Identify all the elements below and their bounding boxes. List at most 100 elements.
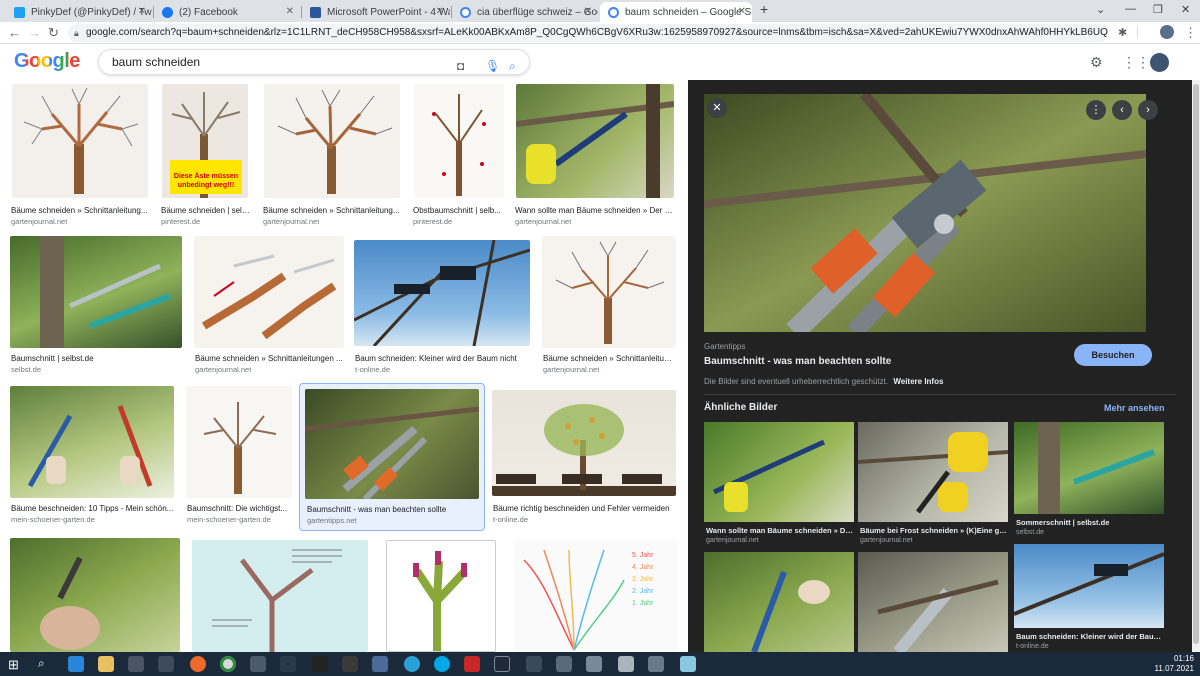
preview-title[interactable]: Baumschnitt - was man beachten sollte [704, 356, 891, 367]
tab-powerpoint[interactable]: Microsoft PowerPoint - 4 Waldst ✕ [302, 2, 450, 22]
result-thumbnail[interactable] [264, 84, 400, 198]
menu-icon[interactable]: ⋮ [1184, 25, 1197, 41]
new-tab-button[interactable]: + [760, 1, 768, 17]
close-icon[interactable]: ✕ [584, 6, 592, 17]
related-caption[interactable]: Baum schneiden: Kleiner wird der Baum ..… [1016, 632, 1164, 641]
result-card[interactable]: Bäume richtig beschneiden und Fehler ver… [490, 386, 680, 528]
result-caption[interactable]: Bäume schneiden » Schnittanleitun... [543, 354, 675, 363]
result-caption[interactable]: Baumschnitt - was man beachten sollte [307, 505, 483, 514]
forward-icon[interactable]: → [28, 25, 41, 41]
app-icon[interactable] [250, 656, 266, 672]
scrollbar-thumb[interactable] [1193, 84, 1199, 644]
app-icon[interactable] [280, 656, 296, 672]
result-card[interactable]: Bäume beschneiden: 10 Tipps - Mein schön… [8, 386, 178, 528]
related-image[interactable] [704, 422, 854, 522]
more-link[interactable]: Mehr ansehen [1104, 403, 1165, 413]
settings-gear-icon[interactable]: ⚙ [1090, 54, 1103, 71]
result-caption[interactable]: Wann sollte man Bäume schneiden » Der b.… [515, 206, 675, 215]
ubuntu-icon[interactable] [190, 656, 206, 672]
more-info-link[interactable]: Weitere Infos [893, 377, 943, 386]
next-image-button[interactable]: › [1138, 100, 1158, 120]
result-card[interactable]: Baumschnitt | selbst.de selbst.de [8, 236, 186, 378]
result-card[interactable]: Bäume schneiden » Schnittanleitungen ...… [192, 236, 348, 378]
app-icon[interactable] [680, 656, 696, 672]
close-icon[interactable]: ✕ [738, 6, 746, 17]
result-card-selected[interactable]: Baumschnitt - was man beachten sollte ga… [299, 383, 485, 531]
result-caption[interactable]: Bäume schneiden » Schnittanleitungen ... [195, 354, 343, 363]
search-input[interactable]: baum schneiden ◘ 🎙︎ ⌕ [98, 49, 530, 75]
result-thumbnail[interactable] [354, 240, 530, 346]
result-thumbnail[interactable] [10, 538, 180, 652]
app-icon[interactable] [372, 656, 388, 672]
result-card[interactable]: Diese Äste müssen unbedingt weg!!! Bäume… [158, 84, 254, 228]
result-card[interactable] [384, 536, 500, 652]
tab-search-icon[interactable]: ⌄ [1096, 3, 1105, 16]
related-image[interactable] [704, 552, 854, 652]
close-panel-button[interactable]: ✕ [707, 98, 727, 118]
preview-image[interactable] [704, 94, 1146, 332]
result-thumbnail[interactable] [10, 236, 182, 348]
result-card[interactable]: Bäume schneiden » Schnittanleitung... ga… [8, 84, 154, 228]
related-image[interactable] [858, 552, 1008, 652]
result-caption[interactable]: Bäume beschneiden: 10 Tipps - Mein schön… [11, 504, 175, 513]
result-caption[interactable]: Baumschnitt | selbst.de [11, 354, 181, 363]
result-thumbnail[interactable] [386, 540, 496, 652]
close-icon[interactable]: ✕ [436, 6, 444, 17]
search-icon[interactable]: ⌕ [509, 54, 516, 78]
close-window-icon[interactable]: ✕ [1181, 3, 1190, 16]
app-icon[interactable] [494, 656, 510, 672]
google-logo[interactable]: Google [14, 50, 80, 73]
result-caption[interactable]: Obstbaumschnitt | selb... [413, 206, 505, 215]
result-card[interactable] [190, 536, 370, 652]
mail-icon[interactable] [128, 656, 144, 672]
settings-icon[interactable] [618, 656, 634, 672]
app-icon[interactable] [556, 656, 572, 672]
result-thumbnail[interactable] [12, 84, 148, 198]
app-icon[interactable] [526, 656, 542, 672]
result-card[interactable]: Baumschnitt: Die wichtigst... mein-schoe… [184, 386, 296, 528]
result-caption[interactable]: Bäume schneiden » Schnittanleitung... [11, 206, 149, 215]
related-image[interactable] [1014, 422, 1164, 514]
result-thumbnail[interactable] [542, 236, 676, 348]
maximize-icon[interactable]: ❐ [1153, 3, 1163, 16]
profile-avatar[interactable] [1160, 25, 1174, 39]
file-explorer-icon[interactable] [98, 656, 114, 672]
result-caption[interactable]: Bäume schneiden | selb... [161, 206, 251, 215]
tab-facebook[interactable]: (2) Facebook ✕ [154, 2, 300, 22]
result-card[interactable]: Bäume schneiden » Schnittanleitun... gar… [540, 236, 680, 378]
result-thumbnail[interactable] [414, 84, 504, 198]
app-icon[interactable] [464, 656, 480, 672]
result-card[interactable]: 5. Jahr 4. Jahr 3. Jahr 2. Jahr 1. Jahr [512, 536, 680, 652]
result-thumbnail[interactable]: Diese Äste müssen unbedingt weg!!! [162, 84, 248, 198]
related-image[interactable] [1014, 544, 1164, 628]
close-icon[interactable]: ✕ [138, 6, 146, 17]
previous-image-button[interactable]: ‹ [1112, 100, 1132, 120]
app-icon[interactable] [648, 656, 664, 672]
app-icon[interactable] [158, 656, 174, 672]
telegram-icon[interactable] [404, 656, 420, 672]
microphone-icon[interactable]: 🎙︎ [485, 54, 500, 78]
app-icon[interactable] [342, 656, 358, 672]
result-thumbnail[interactable] [305, 389, 479, 499]
result-thumbnail[interactable] [10, 386, 174, 498]
close-icon[interactable]: ✕ [286, 6, 294, 17]
result-thumbnail[interactable] [192, 540, 368, 652]
reload-icon[interactable]: ↻ [48, 25, 59, 41]
windows-start-icon[interactable]: ⊞ [8, 657, 19, 673]
tab-google-cia[interactable]: cia überflüge schweiz – Google S ✕ [452, 2, 598, 22]
related-caption[interactable]: Bäume bei Frost schneiden » (K)Eine gut.… [860, 526, 1008, 535]
address-bar[interactable]: 🔒︎ google.com/search?q=baum+schneiden&rl… [68, 24, 1108, 42]
result-thumbnail[interactable]: 5. Jahr 4. Jahr 3. Jahr 2. Jahr 1. Jahr [514, 540, 678, 652]
more-options-icon[interactable]: ⋮ [1086, 100, 1106, 120]
tab-twitter[interactable]: PinkyDef (@PinkyDef) / Twitter ✕ [6, 2, 152, 22]
camera-icon[interactable]: ◘ [457, 54, 464, 78]
visit-button[interactable]: Besuchen [1074, 344, 1152, 366]
result-caption[interactable]: Bäume richtig beschneiden und Fehler ver… [493, 504, 677, 513]
result-thumbnail[interactable] [194, 236, 344, 348]
preview-source[interactable]: Gartentipps [704, 342, 745, 351]
result-thumbnail[interactable] [186, 386, 292, 498]
minimize-icon[interactable]: — [1125, 3, 1136, 15]
result-card[interactable] [8, 536, 184, 652]
account-avatar[interactable] [1150, 53, 1169, 72]
edge-icon[interactable] [68, 656, 84, 672]
